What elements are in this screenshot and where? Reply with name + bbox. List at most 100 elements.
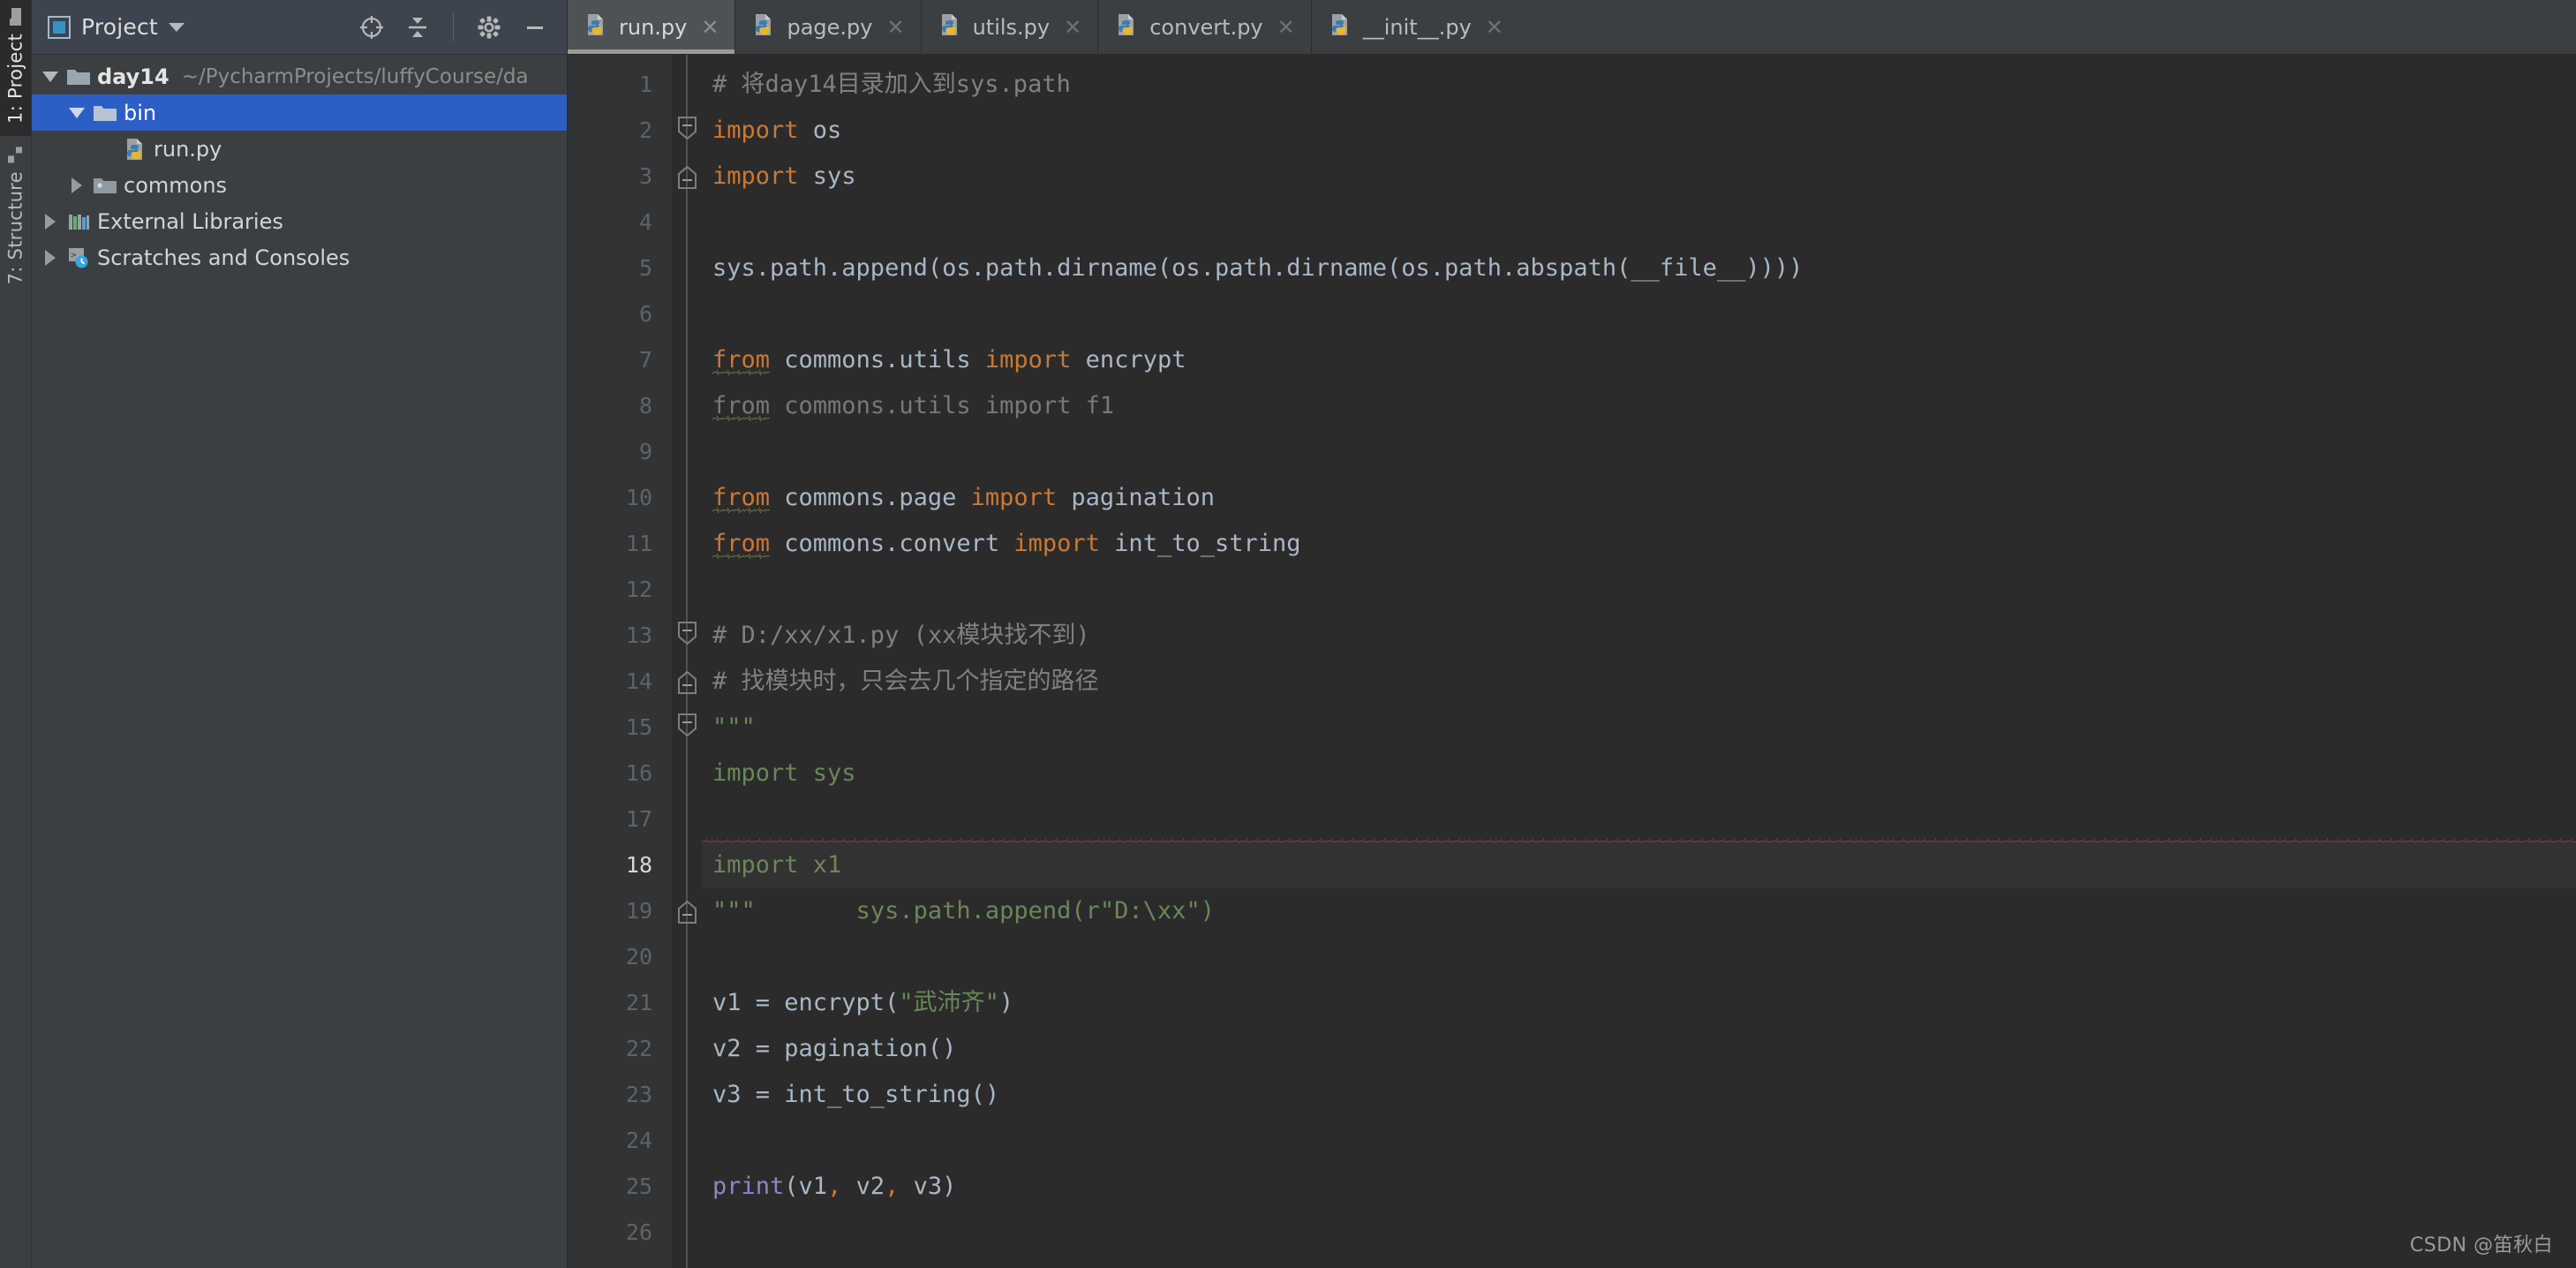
fold-marker-collapse[interactable] [677,622,697,642]
line-number-gutter: 1 2 3 4 5 6 7 8 9 10 11 12 13 14 15 16 1… [568,55,672,1268]
code-line-9[interactable] [702,429,2576,475]
expand-arrow-right-icon[interactable] [37,214,64,230]
fold-marker-collapse[interactable] [677,117,697,137]
editor-tab-bar: run.py ✕ page.py ✕ [568,0,2576,55]
code-line-7[interactable]: from commons.utils import encrypt [702,337,2576,383]
code-line-8[interactable]: from commons.utils import f1 [702,383,2576,429]
code-token-keyword: from [712,530,770,557]
code-line-10[interactable]: from commons.page import pagination [702,475,2576,521]
tree-node-commons[interactable]: commons [32,167,567,203]
editor-tab-page-py[interactable]: page.py ✕ [735,0,921,54]
project-tool-window: Project [32,0,568,1268]
code-line-19[interactable]: """ [702,888,2576,934]
line-number: 9 [568,429,672,475]
line-number: 6 [568,291,672,337]
editor-tab-convert-py[interactable]: convert.py ✕ [1098,0,1312,54]
chevron-down-icon[interactable] [169,23,185,32]
line-number: 3 [568,154,672,200]
toolbar-divider [453,13,454,42]
code-text-area[interactable]: # 将day14目录加入到sys.path import os import s… [702,55,2576,1268]
python-file-icon [120,137,150,162]
tab-label: convert.py [1149,15,1262,40]
expand-arrow-right-icon[interactable] [64,177,90,193]
structure-icon [5,145,26,162]
code-line-25[interactable]: print(v1, v2, v3) [702,1164,2576,1210]
fold-marker-end[interactable] [677,901,697,921]
close-icon[interactable]: ✕ [701,15,719,40]
line-number: 21 [568,980,672,1026]
expand-arrow-down-icon[interactable] [64,108,90,118]
tree-label: bin [124,101,156,125]
close-icon[interactable]: ✕ [1277,15,1295,40]
fold-marker-end[interactable] [677,671,697,691]
line-number: 23 [568,1072,672,1118]
tree-node-external-libraries[interactable]: External Libraries [32,203,567,239]
code-line-18[interactable]: import x1 [702,842,2576,888]
code-line-24[interactable] [702,1118,2576,1164]
editor-tab-run-py[interactable]: run.py ✕ [568,0,735,54]
code-line-21[interactable]: v1 = encrypt("武沛齐") [702,980,2576,1026]
code-line-6[interactable] [702,291,2576,337]
expand-arrow-right-icon[interactable] [37,250,64,266]
package-folder-icon [90,176,120,195]
code-line-13[interactable]: # D:/xx/x1.py (xx模块找不到) [702,613,2576,659]
scratches-icon: > [64,246,94,269]
code-token-keyword-unused: from [712,392,770,419]
close-icon[interactable]: ✕ [886,15,904,40]
code-line-1[interactable]: # 将day14目录加入到sys.path [702,62,2576,108]
folder-icon [64,67,94,87]
tree-node-scratches-and-consoles[interactable]: > Scratches and Consoles [32,239,567,275]
code-line-4[interactable] [702,200,2576,245]
code-line-23[interactable]: v3 = int_to_string() [702,1072,2576,1118]
project-pane-header: Project [32,0,567,55]
close-icon[interactable]: ✕ [1064,15,1081,40]
code-line-15[interactable]: """ [702,705,2576,751]
tree-node-day14[interactable]: day14 ~/PycharmProjects/luffyCourse/da [32,58,567,94]
code-line-20[interactable] [702,934,2576,980]
code-line-2[interactable]: import os [702,108,2576,154]
line-number: 16 [568,751,672,796]
code-line-11[interactable]: from commons.convert import int_to_strin… [702,521,2576,567]
code-folding-strip[interactable] [672,55,702,1268]
tree-node-run-py[interactable]: run.py [32,131,567,167]
expand-arrow-down-icon[interactable] [37,72,64,82]
code-token-docstring: import sys [712,759,856,787]
tool-button-project[interactable]: 1: Project [0,0,31,136]
tree-label: run.py [154,137,222,162]
left-tool-strip: 1: Project 7: Structure [0,0,32,1268]
code-token-keyword: import [1013,530,1100,557]
tree-node-bin[interactable]: bin [32,94,567,131]
code-line-17[interactable]: sys.path.append(r"D:\xx") [702,796,2576,842]
code-line-3[interactable]: import sys [702,154,2576,200]
intention-bulb-icon[interactable] [723,802,746,832]
editor-tab-utils-py[interactable]: utils.py ✕ [922,0,1099,54]
gear-icon[interactable] [471,10,507,45]
folder-icon [5,9,26,25]
code-line-12[interactable] [702,567,2576,613]
locate-in-tree-button[interactable] [354,10,389,45]
line-number: 19 [568,888,672,934]
minimize-icon[interactable] [517,10,553,45]
editor-body[interactable]: 1 2 3 4 5 6 7 8 9 10 11 12 13 14 15 16 1… [568,55,2576,1268]
code-line-22[interactable]: v2 = pagination() [702,1026,2576,1072]
close-icon[interactable]: ✕ [1486,15,1503,40]
project-tree[interactable]: day14 ~/PycharmProjects/luffyCourse/da b… [32,55,567,1268]
code-line-14[interactable]: # 找模块时，只会去几个指定的路径 [702,659,2576,705]
fold-marker-collapse[interactable] [677,713,697,734]
code-token-string: "武沛齐" [899,989,999,1016]
code-line-26[interactable] [702,1210,2576,1256]
line-number: 26 [568,1210,672,1256]
editor-area: run.py ✕ page.py ✕ [568,0,2576,1268]
line-number: 5 [568,245,672,291]
fold-marker-end[interactable] [677,166,697,186]
code-token-keyword: import [712,117,799,144]
tree-label: External Libraries [97,209,283,234]
pycharm-window: 1: Project 7: Structure Project [0,0,2576,1268]
collapse-all-button[interactable] [400,10,435,45]
tool-button-structure[interactable]: 7: Structure [0,136,31,297]
line-number: 10 [568,475,672,521]
tree-label: commons [124,173,227,198]
code-line-5[interactable]: sys.path.append(os.path.dirname(os.path.… [702,245,2576,291]
editor-tab-init-py[interactable]: __init__.py ✕ [1312,0,1519,54]
code-line-16[interactable]: import sys [702,751,2576,796]
